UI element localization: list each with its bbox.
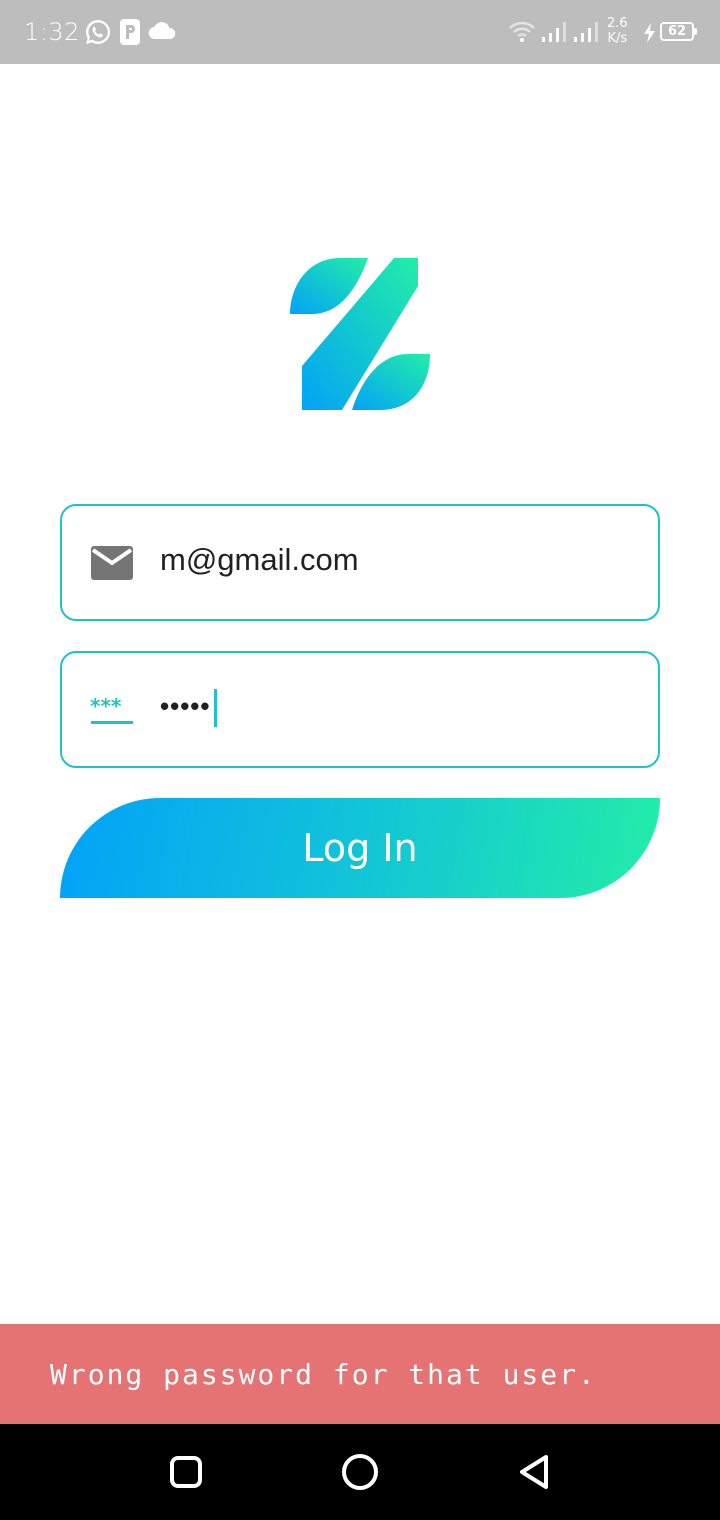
svg-text:***: *** [90, 697, 122, 718]
cloud-icon [148, 22, 176, 40]
navigation-bar [0, 1424, 720, 1520]
email-input[interactable]: m@gmail.com [160, 542, 359, 578]
network-speed-unit: K/s [607, 31, 628, 46]
login-button[interactable]: Log In [60, 798, 660, 898]
app-logo [290, 258, 430, 410]
status-bar: 1:32 2.6 K/s 62 [0, 0, 720, 64]
snackbar-message: Wrong password for that user. [50, 1358, 597, 1391]
password-icon: *** [90, 697, 133, 724]
charging-icon [644, 23, 655, 43]
battery-level: 62 [667, 24, 687, 39]
battery-icon: 62 [660, 22, 697, 41]
network-speed: 2.6 K/s [607, 16, 628, 46]
signal-icon [574, 22, 598, 42]
back-icon[interactable] [510, 1448, 558, 1496]
error-snackbar: Wrong password for that user. [0, 1324, 720, 1424]
mail-icon [91, 546, 133, 580]
text-cursor [214, 689, 217, 727]
password-field[interactable]: *** ••••• [60, 651, 660, 768]
parking-icon [120, 19, 140, 45]
home-icon[interactable] [336, 1448, 384, 1496]
signal-icon [542, 22, 566, 42]
wifi-icon [509, 21, 535, 42]
password-input[interactable]: ••••• [160, 691, 211, 722]
email-field[interactable]: m@gmail.com [60, 504, 660, 621]
recents-icon[interactable] [162, 1448, 210, 1496]
status-time: 1:32 [24, 18, 80, 46]
whatsapp-icon [85, 19, 110, 44]
network-speed-value: 2.6 [607, 16, 628, 31]
